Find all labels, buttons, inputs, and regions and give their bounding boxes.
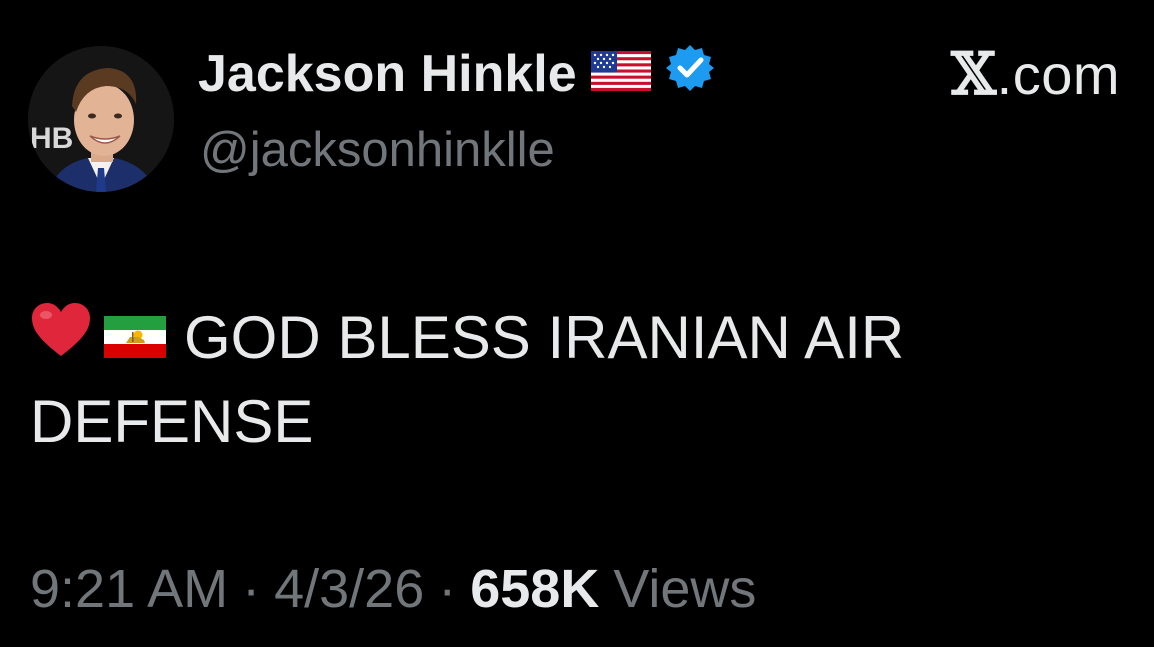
views-count[interactable]: 658K [470,558,599,620]
avatar[interactable]: HB [28,46,174,192]
tweet-text-line-2: DEFENSE [30,380,1110,464]
views-label[interactable]: Views [613,558,756,620]
display-name-row: Jackson Hinkle [198,42,715,106]
tweet-text: GOD BLESS IRANIAN AIR DEFENSE [30,296,1110,464]
iran-lion-sun-flag-icon [104,296,166,380]
display-name[interactable]: Jackson Hinkle [198,44,577,104]
brand-domain: .com [996,42,1120,106]
tweet-text-2: DEFENSE [30,388,314,455]
avatar-backdrop-text: HB [30,122,73,155]
verified-badge-icon[interactable] [665,43,715,106]
tweet-metadata: 9:21 AM · 4/3/26 · 658K Views [30,558,756,620]
tweet-text-1: GOD BLESS IRANIAN AIR [184,304,905,371]
x-brand-watermark: 𝕏 .com [951,40,1120,108]
username-handle[interactable]: @jacksonhinklle [200,122,555,178]
x-logo-icon: 𝕏 [951,40,997,108]
separator-dot: · [242,559,261,619]
us-flag-icon [590,44,651,104]
tweet-date[interactable]: 4/3/26 [274,558,424,620]
separator-dot: · [438,559,457,619]
heart-emoji-icon [30,296,92,380]
tweet-time[interactable]: 9:21 AM [30,558,228,620]
tweet-text-line-1: GOD BLESS IRANIAN AIR [30,296,1110,380]
